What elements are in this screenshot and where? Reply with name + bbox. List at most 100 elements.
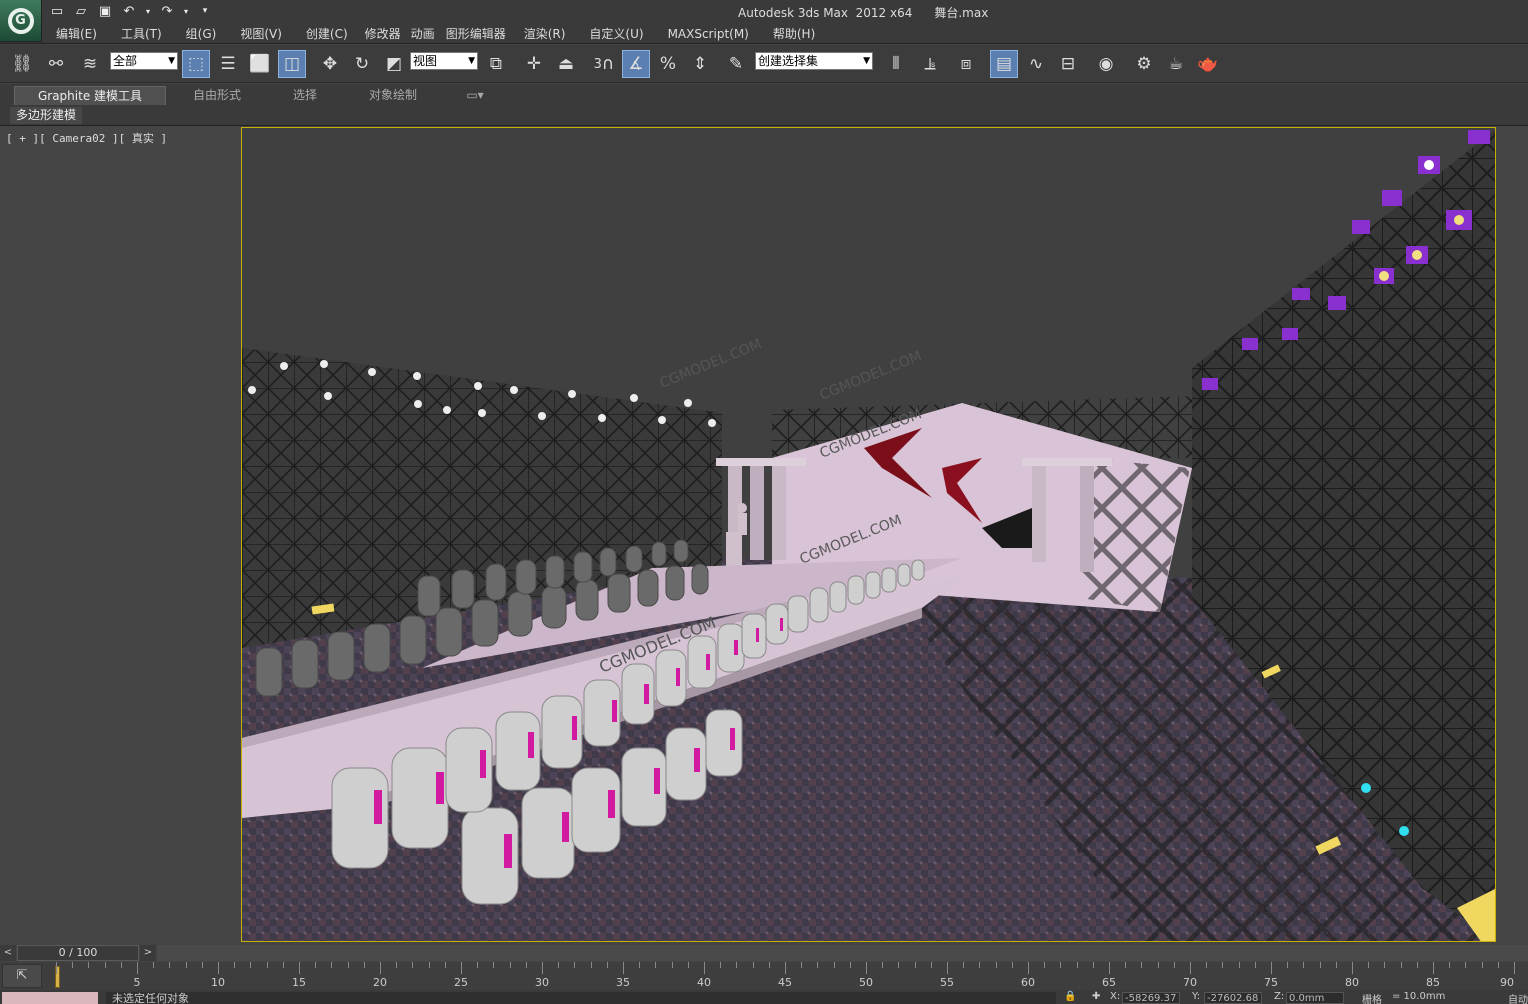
lock-selection-icon[interactable]: 🔒 <box>1064 991 1076 1002</box>
snaps-toggle-icon[interactable]: 3 ∩ <box>590 50 618 78</box>
angle-snap-icon[interactable]: ∡ <box>622 50 650 78</box>
select-by-name-icon[interactable]: ☰ <box>214 50 242 78</box>
menu-views[interactable]: 视图(V) <box>228 25 294 43</box>
frame-tick <box>169 962 171 968</box>
rendered-frame-window-icon[interactable]: ☕ <box>1162 50 1190 78</box>
menu-modifiers[interactable]: 修改器 <box>360 25 406 43</box>
frame-tick-label: 45 <box>778 976 792 989</box>
time-slider-thumb[interactable]: 0 / 100 <box>17 945 139 961</box>
layer-manager-icon[interactable]: ⧈ <box>952 50 980 78</box>
z-coord-field[interactable]: 0.0mm <box>1286 992 1344 1004</box>
menu-graph-editors[interactable]: 图形编辑器 <box>440 25 512 43</box>
customize-icon[interactable]: ▾ <box>196 3 214 19</box>
menu-group[interactable]: 组(G) <box>174 25 229 43</box>
frame-tick <box>1497 962 1499 968</box>
select-and-rotate-icon[interactable]: ↻ <box>348 50 376 78</box>
y-coord-label: Y: <box>1192 991 1201 1002</box>
undo-icon[interactable]: ↶ <box>120 3 138 19</box>
camera-viewport[interactable]: CGMODEL.COM CGMODEL.COM CGMODEL.COM CGMO… <box>241 127 1496 942</box>
scene-render: CGMODEL.COM CGMODEL.COM CGMODEL.COM CGMO… <box>242 128 1495 941</box>
schematic-view-icon[interactable]: ⊟ <box>1054 50 1082 78</box>
next-frame-button[interactable]: > <box>140 945 156 961</box>
curve-editor-icon[interactable]: ∿ <box>1022 50 1050 78</box>
menu-rendering[interactable]: 渲染(R) <box>512 25 578 43</box>
viewport-label-menu[interactable]: [ + ][ Camera02 ][ 真实 ] <box>6 130 167 146</box>
frame-tick <box>299 962 300 974</box>
window-title: Autodesk 3ds Max 2012 x64 舞台.max <box>738 4 988 21</box>
frame-tick <box>720 962 722 968</box>
redo-icon[interactable]: ↷ <box>158 3 176 19</box>
frame-tick <box>1319 962 1321 968</box>
window-crossing-icon[interactable]: ◫ <box>278 50 306 78</box>
select-and-move-icon[interactable]: ✥ <box>316 50 344 78</box>
tab-graphite-modeling[interactable]: Graphite 建模工具 <box>14 86 166 105</box>
frame-tick-label: 65 <box>1102 976 1116 989</box>
frame-tick <box>671 962 673 968</box>
tab-object-paint[interactable]: 对象绘制 <box>356 86 430 105</box>
render-setup-icon[interactable]: ⚙ <box>1130 50 1158 78</box>
frame-tick-label: 90 <box>1500 976 1514 989</box>
previous-frame-button[interactable]: < <box>0 945 16 961</box>
frame-tick <box>1400 962 1402 968</box>
polygon-modeling-panel-label[interactable]: 多边形建模 <box>10 107 83 124</box>
open-file-icon[interactable]: ▱ <box>72 3 90 19</box>
bind-to-space-warp-icon[interactable]: ≋ <box>76 50 104 78</box>
tab-selection[interactable]: 选择 <box>276 86 334 105</box>
select-and-link-icon[interactable]: ⛓ <box>8 50 36 78</box>
menu-animation[interactable]: 动画 <box>406 25 440 43</box>
keyboard-shortcut-override-icon[interactable]: ⏏ <box>552 50 580 78</box>
open-mini-curve-editor-icon[interactable]: ⇱ <box>2 964 42 988</box>
selection-filter-dropdown[interactable]: 全部 ▼ <box>110 52 178 70</box>
absolute-mode-icon[interactable]: ✚ <box>1092 991 1100 1002</box>
menu-maxscript[interactable]: MAXScript(M) <box>656 25 761 43</box>
snaps-dimension: 3 <box>593 56 602 72</box>
frame-tick <box>914 962 916 968</box>
frame-tick <box>1368 962 1370 968</box>
application-menu-button[interactable]: G <box>0 0 42 42</box>
y-coord-field[interactable]: -27602.68 <box>1204 992 1262 1004</box>
mirror-icon[interactable]: ⫴ <box>882 50 910 78</box>
select-object-icon[interactable]: ⬚ <box>182 50 210 78</box>
menu-customize[interactable]: 自定义(U) <box>577 25 655 43</box>
chevron-down-icon: ▼ <box>468 56 475 66</box>
percent-snap-icon[interactable]: % <box>654 50 682 78</box>
frame-tick <box>493 962 495 968</box>
reference-coordinate-dropdown[interactable]: 视图 ▼ <box>410 52 478 70</box>
tab-freeform[interactable]: 自由形式 <box>180 86 254 105</box>
graphite-ribbon-toggle-icon[interactable]: ▤ <box>990 50 1018 78</box>
frame-tick-label: 5 <box>133 976 141 989</box>
align-icon[interactable]: ⫡ <box>916 50 944 78</box>
frame-tick <box>347 962 349 968</box>
maxscript-listener-mini[interactable] <box>2 992 98 1004</box>
menu-tools[interactable]: 工具(T) <box>109 25 174 43</box>
select-and-scale-icon[interactable]: ◩ <box>380 50 408 78</box>
pivot-center-icon[interactable]: ⧉ <box>482 50 510 78</box>
save-icon[interactable]: ▣ <box>96 3 114 19</box>
menu-edit[interactable]: 编辑(E) <box>44 25 109 43</box>
redo-dropdown-icon[interactable]: ▾ <box>182 3 190 19</box>
frame-tick <box>687 962 689 968</box>
frame-tick <box>574 962 576 968</box>
menu-create[interactable]: 创建(C) <box>294 25 360 43</box>
track-bar[interactable]: ⇱ 5 10 15 20 25 30 35 40 45 50 55 60 65 70 75 80 85 90 <box>0 962 1528 990</box>
auto-key-button[interactable]: 自动 <box>1508 991 1528 1004</box>
unlink-selection-icon[interactable]: ⚯ <box>42 50 70 78</box>
x-coord-field[interactable]: -58269.37 <box>1122 992 1180 1004</box>
undo-dropdown-icon[interactable]: ▾ <box>144 3 152 19</box>
ribbon-options-dropdown[interactable]: ▭▾ <box>462 86 488 105</box>
right-viewport-area <box>1496 127 1528 942</box>
menu-help[interactable]: 帮助(H) <box>761 25 827 43</box>
3dsmax-logo-icon: G <box>7 7 34 34</box>
new-file-icon[interactable]: ▭ <box>48 3 66 19</box>
select-and-manipulate-icon[interactable]: ✛ <box>520 50 548 78</box>
render-production-icon[interactable]: 🫖 <box>1194 50 1222 78</box>
frame-tick <box>1449 962 1451 968</box>
rectangular-selection-icon[interactable]: ⬜ <box>246 50 274 78</box>
spinner-snap-icon[interactable]: ⇕ <box>686 50 714 78</box>
material-editor-icon[interactable]: ◉ <box>1092 50 1120 78</box>
frame-tick-label: 60 <box>1021 976 1035 989</box>
quick-access-toolbar: ▭ ▱ ▣ ↶ ▾ ↷ ▾ ▾ <box>48 2 214 20</box>
edit-named-selection-icon[interactable]: ✎ <box>722 50 750 78</box>
named-selection-set-dropdown[interactable]: 创建选择集 ▼ <box>755 52 873 70</box>
time-slider-track[interactable] <box>157 945 1528 961</box>
